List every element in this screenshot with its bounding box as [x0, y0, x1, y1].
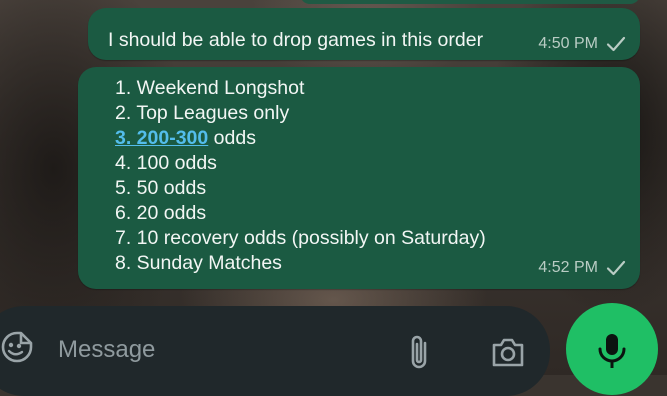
list-item: 5. 50 odds [115, 177, 207, 199]
message-list: 1. Weekend Longshot 2. Top Leagues only … [115, 76, 486, 276]
emoji-sticker-icon[interactable] [0, 330, 34, 364]
list-item: 8. Sunday Matches [115, 252, 282, 274]
list-item: 1. Weekend Longshot [115, 77, 305, 99]
message-input[interactable] [58, 333, 378, 367]
message-time: 4:50 PM [538, 35, 598, 52]
list-item-suffix: odds [213, 127, 256, 149]
list-item: 4. 100 odds [115, 152, 217, 174]
previous-message-bubble-edge [300, 0, 640, 4]
outgoing-message-bubble[interactable]: I should be able to drop games in this o… [88, 8, 640, 60]
message-text: I should be able to drop games in this o… [108, 29, 484, 51]
message-time: 4:52 PM [538, 259, 598, 276]
microphone-icon [598, 334, 626, 368]
list-item: 6. 20 odds [115, 202, 207, 224]
outgoing-message-bubble[interactable]: 1. Weekend Longshot 2. Top Leagues only … [78, 67, 640, 289]
single-check-icon [606, 36, 626, 52]
list-item: 3. 200-300 odds [115, 126, 486, 151]
phone-number-link[interactable]: 3. 200-300 [115, 127, 208, 149]
list-item: 7. 10 recovery odds (possibly on Saturda… [115, 227, 486, 249]
voice-message-button[interactable] [566, 303, 658, 395]
message-meta: 4:52 PM [538, 259, 626, 277]
paperclip-icon[interactable] [406, 333, 432, 371]
camera-icon[interactable] [490, 336, 526, 368]
message-meta: 4:50 PM [538, 35, 626, 53]
single-check-icon [606, 260, 626, 276]
list-item: 2. Top Leagues only [115, 102, 290, 124]
